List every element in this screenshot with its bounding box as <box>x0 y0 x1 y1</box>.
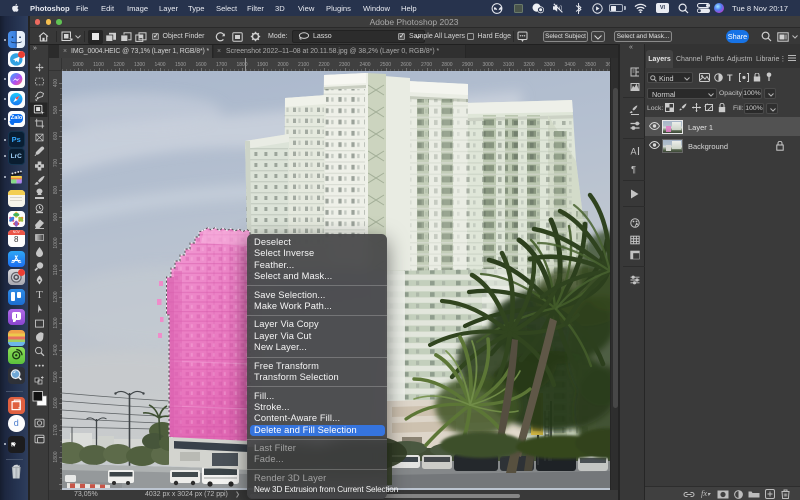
svg-text:¶: ¶ <box>631 165 636 176</box>
svg-text:A: A <box>631 147 637 157</box>
svg-text:T: T <box>36 289 43 301</box>
